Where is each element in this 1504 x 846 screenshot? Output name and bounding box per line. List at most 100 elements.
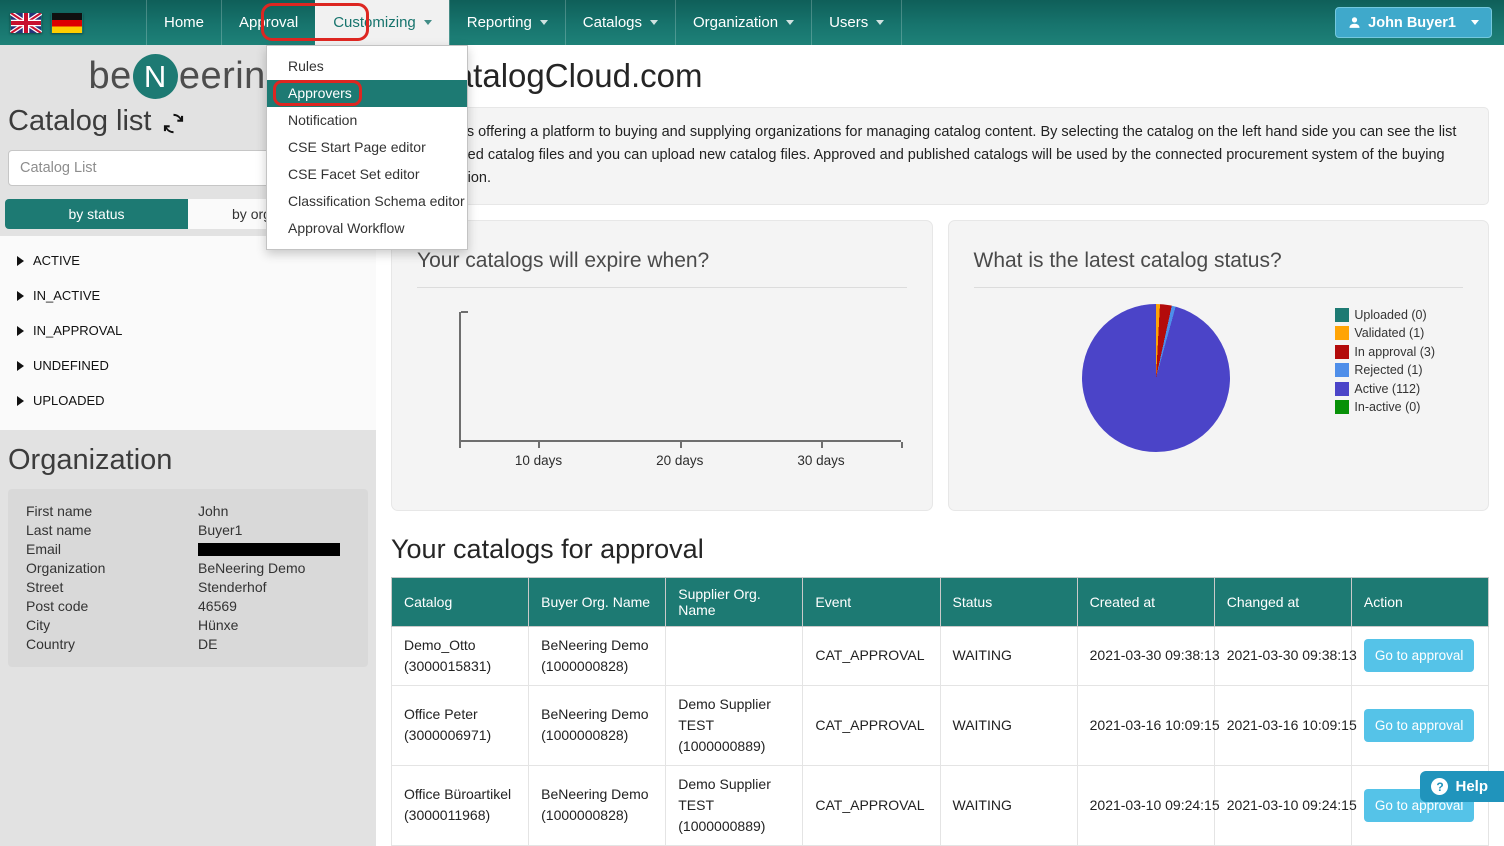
nav-item-organization[interactable]: Organization [675,0,811,45]
menu-item-approval-workflow[interactable]: Approval Workflow [267,215,467,242]
legend-label: Uploaded (0) [1354,308,1426,322]
main-menu: Home Approval Customizing Reporting Cata… [146,0,902,45]
menu-item-classification-schema-editor[interactable]: Classification Schema editor [267,188,467,215]
go-to-approval-button[interactable]: Go to approval [1364,709,1475,742]
triangle-expand-icon [17,361,24,371]
logo-n-circle: N [133,54,178,99]
axis-tick [901,442,903,448]
x-axis: 10 days 20 days 30 days [459,440,901,442]
axis-tick [538,442,540,448]
status-group-in-approval[interactable]: IN_APPROVAL [0,313,376,348]
legend-label: Validated (1) [1354,326,1424,340]
status-chart-panel: What is the latest catalog status? Uploa… [948,220,1490,511]
catalog-list-title: Catalog list [8,105,151,138]
legend-item: Rejected (1) [1335,363,1435,377]
legend-swatch [1335,345,1349,359]
field-value: Hünxe [198,616,238,635]
field-label: Last name [26,521,198,540]
legend-label: In-active (0) [1354,400,1420,414]
go-to-approval-button[interactable]: Go to approval [1364,639,1475,672]
chevron-down-icon [424,20,432,25]
tab-by-status[interactable]: by status [5,199,188,229]
field-label: Organization [26,559,198,578]
nav-item-home[interactable]: Home [146,0,221,45]
legend-label: Active (112) [1354,382,1420,396]
user-name-label: John Buyer1 [1368,15,1456,31]
status-label: ACTIVE [33,253,80,268]
field-label: Country [26,635,198,654]
expiry-bar-chart: 10 days 20 days 30 days [417,300,907,490]
chevron-down-icon [1471,20,1479,25]
nav-item-label: Approval [239,14,298,31]
status-label: IN_ACTIVE [33,288,100,303]
status-group-uploaded[interactable]: UPLOADED [0,383,376,418]
catalog-cell: Office Peter(3000006971) [392,685,529,765]
x-tick-label: 20 days [656,453,703,468]
nav-item-label: Organization [693,14,778,31]
column-header-supplier-org: Supplier Org. Name [666,577,803,626]
nav-item-users[interactable]: Users [811,0,902,45]
help-button[interactable]: ? Help [1420,771,1504,802]
supplier-org-cell: Demo Supplier TEST(1000000889) [666,765,803,845]
menu-item-notification[interactable]: Notification [267,107,467,134]
changed-at-cell: 2021-03-10 09:24:15 [1214,765,1351,845]
expiry-chart-title: Your catalogs will expire when? [417,235,907,288]
table-header-row: Catalog Buyer Org. Name Supplier Org. Na… [392,577,1489,626]
uk-flag-icon[interactable] [10,13,42,33]
action-cell: Go to approval [1351,626,1488,685]
column-header-event: Event [803,577,940,626]
nav-item-approval[interactable]: Approval [221,0,315,45]
language-switcher [10,13,83,33]
legend-item: Validated (1) [1335,326,1435,340]
nav-item-label: Customizing [333,14,416,31]
supplier-org-cell: Demo Supplier TEST(1000000889) [666,685,803,765]
refresh-icon[interactable] [162,112,185,135]
customizing-dropdown-menu: Rules Approvers Notification CSE Start P… [266,45,468,250]
approval-section-heading: Your catalogs for approval [391,534,1489,565]
main-content: CatalogCloud.com The site is offering a … [376,45,1504,846]
event-cell: CAT_APPROVAL [803,765,940,845]
status-chart-title: What is the latest catalog status? [974,235,1464,288]
field-value: DE [198,635,217,654]
question-mark-icon: ? [1431,778,1448,795]
catalog-cell: Office Büroartikel(3000011968) [392,765,529,845]
beneering-logo: beNeering [89,54,288,99]
triangle-expand-icon [17,291,24,301]
table-row: Office Büroartikel(3000011968) BeNeering… [392,765,1489,845]
status-group-undefined[interactable]: UNDEFINED [0,348,376,383]
nav-item-label: Reporting [467,14,532,31]
legend-label: In approval (3) [1354,345,1435,359]
column-header-created-at: Created at [1077,577,1214,626]
created-at-cell: 2021-03-10 09:24:15 [1077,765,1214,845]
supplier-org-cell [666,626,803,685]
nav-item-customizing[interactable]: Customizing [315,0,449,45]
menu-item-approvers[interactable]: Approvers [267,80,467,107]
status-cell: WAITING [940,765,1077,845]
buyer-org-cell: BeNeering Demo(1000000828) [529,685,666,765]
top-navbar: Home Approval Customizing Reporting Cata… [0,0,1504,45]
pie-legend: Uploaded (0) Validated (1) In approval (… [1335,308,1435,419]
user-menu-button[interactable]: John Buyer1 [1335,7,1492,38]
approval-table: Catalog Buyer Org. Name Supplier Org. Na… [391,577,1489,846]
status-cell: WAITING [940,626,1077,685]
german-flag-icon[interactable] [51,13,83,33]
nav-item-catalogs[interactable]: Catalogs [565,0,675,45]
buyer-org-cell: BeNeering Demo(1000000828) [529,765,666,845]
menu-item-cse-start-page-editor[interactable]: CSE Start Page editor [267,134,467,161]
chevron-down-icon [540,20,548,25]
legend-item: In approval (3) [1335,345,1435,359]
nav-item-reporting[interactable]: Reporting [449,0,565,45]
x-tick-label: 30 days [797,453,844,468]
legend-label: Rejected (1) [1354,363,1422,377]
organization-heading: Organization [0,440,376,487]
legend-item: In-active (0) [1335,400,1435,414]
status-label: UNDEFINED [33,358,109,373]
y-axis [459,312,461,440]
axis-tick [459,442,461,448]
menu-item-rules[interactable]: Rules [267,53,467,80]
nav-item-label: Home [164,14,204,31]
legend-swatch [1335,363,1349,377]
axis-tick [680,442,682,448]
menu-item-cse-facet-set-editor[interactable]: CSE Facet Set editor [267,161,467,188]
status-group-in-active[interactable]: IN_ACTIVE [0,278,376,313]
